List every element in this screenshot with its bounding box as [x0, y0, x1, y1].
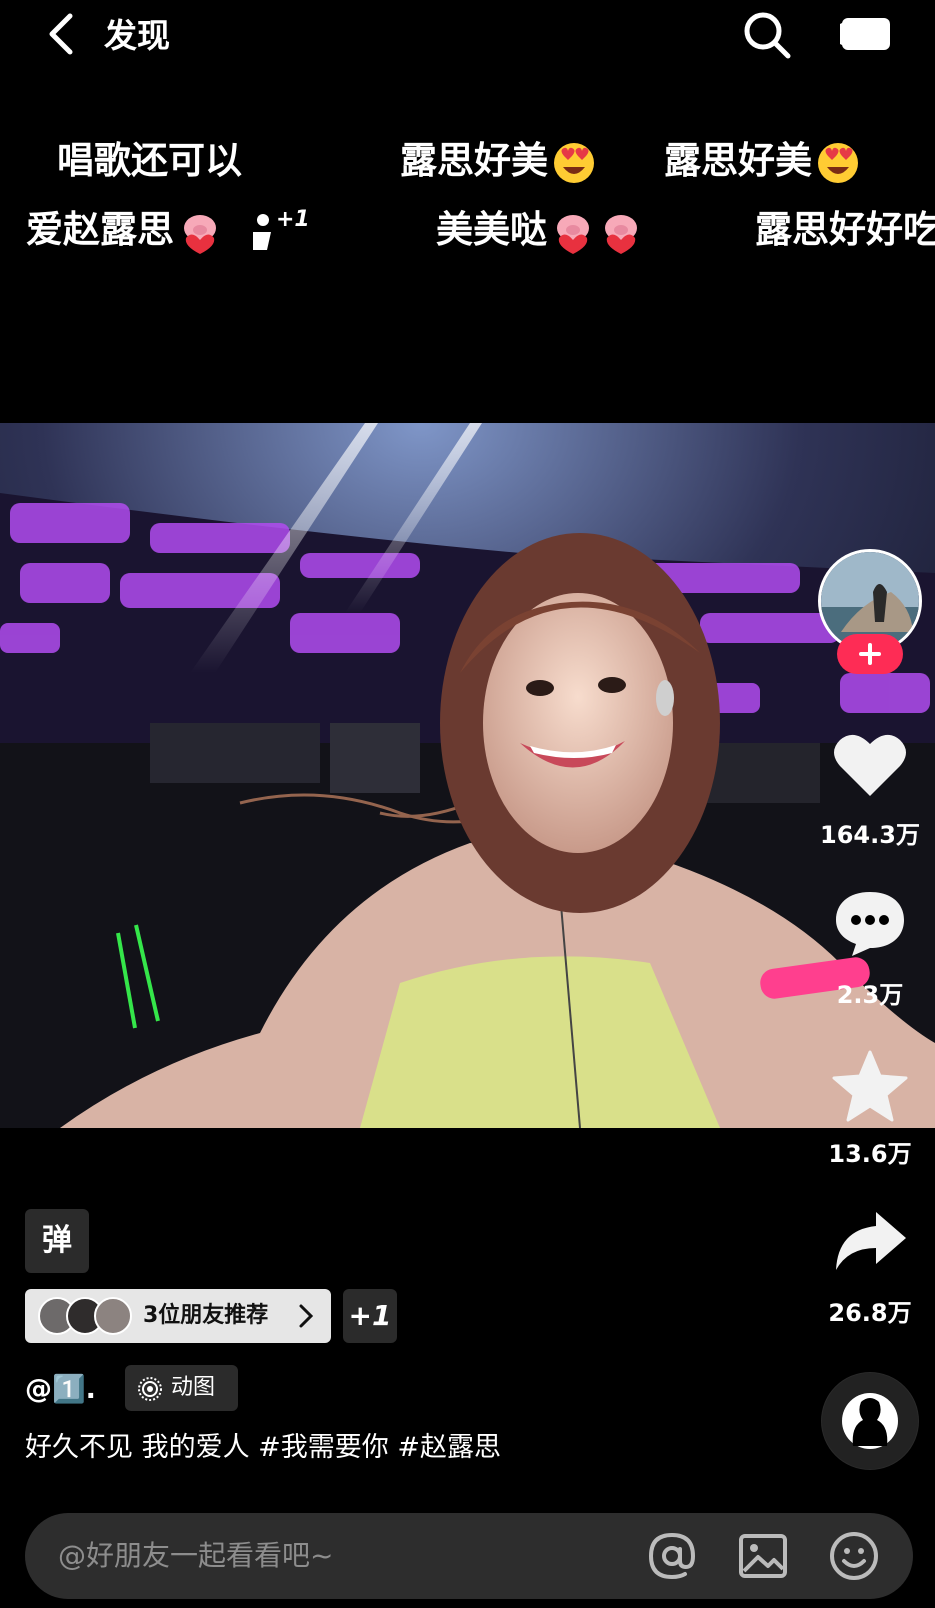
danmaku-item: 唱歌还可以	[57, 139, 242, 182]
heart-eyes-emoji	[554, 142, 594, 183]
chevron-right-icon	[299, 1304, 314, 1328]
heart-eyes-emoji	[818, 142, 858, 183]
friends-recommend-label: 3位朋友推荐	[143, 1303, 269, 1328]
chevron-left-icon	[49, 13, 73, 55]
live-photo-icon	[138, 1377, 162, 1401]
page-title: 发现	[104, 16, 170, 55]
friend-avatars	[38, 1297, 132, 1335]
pig-heart-emoji	[184, 214, 216, 254]
danmaku-item: 爱赵露思 +1	[26, 206, 325, 254]
search-button[interactable]	[742, 10, 792, 60]
comment-placeholder[interactable]: @好朋友一起看看吧~	[58, 1513, 333, 1599]
favorite-button[interactable]	[832, 1050, 908, 1122]
concert-selfie-photo	[0, 423, 935, 1128]
like-count: 164.3万	[820, 821, 920, 849]
friends-recommend-button[interactable]: 3位朋友推荐	[25, 1289, 331, 1343]
follow-button[interactable]	[837, 634, 903, 674]
music-disc-icon	[822, 1373, 918, 1469]
heart-icon	[834, 734, 906, 796]
image-icon[interactable]	[738, 1531, 788, 1581]
danmaku-item: 露思好好吃	[755, 208, 935, 251]
danmaku-item: 美美哒	[436, 206, 643, 254]
star-icon	[832, 1050, 908, 1122]
dongtu-label: 动图	[171, 1375, 216, 1400]
emoji-icon[interactable]	[829, 1531, 879, 1581]
plus-one-button[interactable]: +1	[343, 1289, 397, 1343]
video-player[interactable]	[0, 423, 935, 1128]
author-name[interactable]: @1️⃣.	[25, 1370, 96, 1410]
dongtu-tag[interactable]: 动图	[125, 1365, 238, 1411]
comment-bubble-icon	[836, 892, 904, 956]
music-disc-button[interactable]	[821, 1372, 919, 1470]
comment-input-bar[interactable]: @好朋友一起看看吧~	[25, 1513, 913, 1599]
search-icon	[744, 12, 791, 59]
back-button[interactable]	[40, 10, 90, 60]
danmaku-item: 露思好美	[400, 137, 596, 185]
comment-button[interactable]	[832, 888, 908, 958]
danmaku-item: 露思好美	[664, 137, 860, 185]
like-button[interactable]	[832, 730, 908, 800]
plus-icon	[859, 643, 881, 665]
share-button[interactable]	[832, 1208, 908, 1274]
app-tag-icon[interactable]: 弹	[25, 1209, 89, 1273]
at-icon[interactable]	[647, 1531, 697, 1581]
pig-heart-emoji	[557, 214, 589, 254]
share-arrow-icon	[836, 1212, 906, 1270]
share-count: 26.8万	[828, 1299, 912, 1327]
screen-cast-button[interactable]	[840, 14, 896, 54]
video-caption: 好久不见 我的爱人 #我需要你 #赵露思	[25, 1432, 501, 1463]
favorite-count: 13.6万	[828, 1140, 912, 1168]
comment-count: 2.3万	[836, 981, 904, 1009]
screen-cast-icon	[840, 18, 890, 50]
pig-heart-emoji	[605, 214, 637, 254]
